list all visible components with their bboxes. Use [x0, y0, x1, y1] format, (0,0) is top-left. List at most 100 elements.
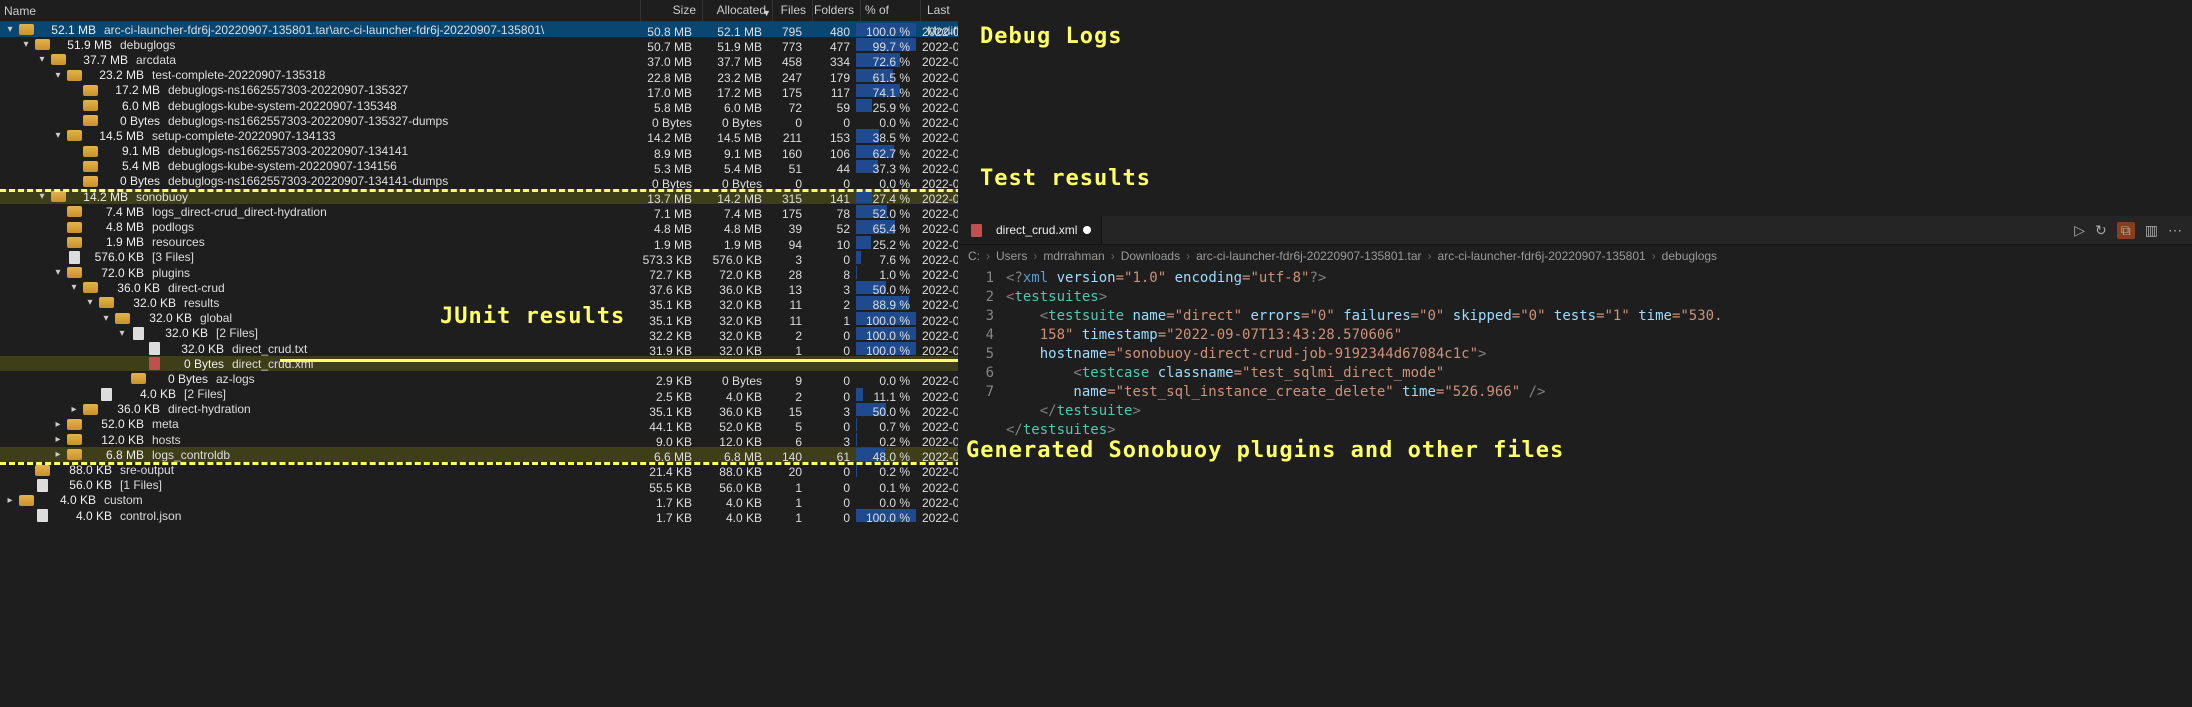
col-allocated[interactable]: Allocated▼: [702, 0, 772, 21]
tree-header[interactable]: Name Size Allocated▼ Files Folders % of …: [0, 0, 958, 22]
expand-icon[interactable]: [20, 479, 32, 491]
cell-size: 1.7 KB: [636, 508, 698, 523]
cell-fold: 141: [808, 189, 856, 204]
more-icon[interactable]: ⋯: [2168, 222, 2182, 239]
tree-row[interactable]: 4.0 KBcontrol.json1.7 KB4.0 KB10100.0 %2…: [0, 508, 958, 523]
cell-percent: 0.1 %: [856, 478, 916, 493]
editor-breadcrumb[interactable]: C:›Users›mdrrahman›Downloads›arc-ci-laun…: [958, 245, 2192, 267]
expand-icon[interactable]: ▾: [68, 282, 80, 294]
cell-fold: 0: [808, 478, 856, 493]
tree-row[interactable]: 0 Bytesdebuglogs-ns1662557303-20220907-1…: [0, 113, 958, 128]
tree-row[interactable]: ▸12.0 KBhosts9.0 KB12.0 KB630.2 %2022-09…: [0, 432, 958, 447]
expand-icon[interactable]: [132, 343, 144, 355]
expand-icon[interactable]: [68, 100, 80, 112]
breadcrumb-segment[interactable]: arc-ci-launcher-fdr6j-20220907-135801: [1438, 249, 1646, 263]
tree-row[interactable]: ▾32.0 KBresults35.1 KB32.0 KB11288.9 %20…: [0, 295, 958, 310]
expand-icon[interactable]: [52, 206, 64, 218]
tree-row[interactable]: 0 Bytesdirect_crud.xml: [0, 356, 958, 371]
expand-icon[interactable]: [132, 358, 144, 370]
expand-icon[interactable]: [52, 221, 64, 233]
expand-icon[interactable]: [68, 84, 80, 96]
history-icon[interactable]: ↻: [2095, 222, 2107, 239]
expand-icon[interactable]: [84, 388, 96, 400]
expand-icon[interactable]: ▸: [68, 403, 80, 415]
tree-row[interactable]: 1.9 MBresources1.9 MB1.9 MB941025.2 %202…: [0, 235, 958, 250]
col-folders[interactable]: Folders: [812, 0, 860, 21]
tree-row[interactable]: ▾32.0 KB[2 Files]32.2 KB32.0 KB20100.0 %…: [0, 326, 958, 341]
tree-row[interactable]: ▸36.0 KBdirect-hydration35.1 KB36.0 KB15…: [0, 402, 958, 417]
cell-size: 72.7 KB: [636, 265, 698, 280]
expand-icon[interactable]: [68, 115, 80, 127]
tree-row[interactable]: ▾36.0 KBdirect-crud37.6 KB36.0 KB13350.0…: [0, 280, 958, 295]
tree-row[interactable]: 4.0 KB[2 Files]2.5 KB4.0 KB2011.1 %2022-…: [0, 387, 958, 402]
tree-row[interactable]: ▾23.2 MBtest-complete-20220907-13531822.…: [0, 68, 958, 83]
cell-files: 9: [768, 371, 808, 386]
tree-row[interactable]: ▾52.1 MBarc-ci-launcher-fdr6j-20220907-1…: [0, 22, 958, 37]
tree-row[interactable]: 32.0 KBdirect_crud.txt31.9 KB32.0 KB1010…: [0, 341, 958, 356]
tree-row[interactable]: 7.4 MBlogs_direct-crud_direct-hydration7…: [0, 204, 958, 219]
tree-row[interactable]: ▾51.9 MBdebuglogs50.7 MB51.9 MB77347799.…: [0, 37, 958, 52]
col-percent[interactable]: % of Parent ...: [860, 0, 920, 21]
expand-icon[interactable]: [68, 160, 80, 172]
breadcrumb-segment[interactable]: mdrrahman: [1043, 249, 1104, 263]
cell-fold: 0: [808, 341, 856, 356]
expand-icon[interactable]: [20, 510, 32, 522]
expand-icon[interactable]: [52, 236, 64, 248]
expand-icon[interactable]: ▸: [52, 449, 64, 461]
col-size[interactable]: Size: [640, 0, 702, 21]
expand-icon[interactable]: [20, 464, 32, 476]
editor-code[interactable]: <?xml version="1.0" encoding="utf-8"?> <…: [1006, 269, 1723, 440]
expand-icon[interactable]: [116, 373, 128, 385]
breadcrumb-segment[interactable]: C:: [968, 249, 980, 263]
expand-icon[interactable]: ▾: [36, 54, 48, 66]
breadcrumb-segment[interactable]: debuglogs: [1662, 249, 1717, 263]
expand-icon[interactable]: ▸: [52, 434, 64, 446]
expand-icon[interactable]: ▸: [52, 418, 64, 430]
tree-row[interactable]: ▸6.8 MBlogs_controldb6.6 MB6.8 MB1406148…: [0, 447, 958, 462]
tree-row[interactable]: 6.0 MBdebuglogs-kube-system-20220907-135…: [0, 98, 958, 113]
expand-icon[interactable]: [52, 251, 64, 263]
expand-icon[interactable]: ▾: [100, 312, 112, 324]
expand-icon[interactable]: [68, 145, 80, 157]
expand-icon[interactable]: ▾: [4, 24, 16, 36]
expand-icon[interactable]: ▾: [84, 297, 96, 309]
sort-desc-icon: ▼: [762, 3, 771, 24]
breadcrumb-segment[interactable]: Downloads: [1121, 249, 1180, 263]
tree-row[interactable]: 5.4 MBdebuglogs-kube-system-20220907-134…: [0, 159, 958, 174]
expand-icon[interactable]: [68, 175, 80, 187]
expand-icon[interactable]: ▸: [4, 494, 16, 506]
expand-icon[interactable]: ▾: [116, 327, 128, 339]
tree-row[interactable]: 56.0 KB[1 Files]55.5 KB56.0 KB100.1 %202…: [0, 478, 958, 493]
tree-row[interactable]: 17.2 MBdebuglogs-ns1662557303-20220907-1…: [0, 83, 958, 98]
col-files[interactable]: Files: [772, 0, 812, 21]
breadcrumb-segment[interactable]: Users: [996, 249, 1027, 263]
split-icon[interactable]: ▥: [2145, 222, 2158, 239]
tree-row[interactable]: ▾72.0 KBplugins72.7 KB72.0 KB2881.0 %202…: [0, 265, 958, 280]
tree-row[interactable]: 4.8 MBpodlogs4.8 MB4.8 MB395265.4 %2022-…: [0, 219, 958, 234]
tree-row[interactable]: ▸52.0 KBmeta44.1 KB52.0 KB500.7 %2022-09…: [0, 417, 958, 432]
tree-row[interactable]: 9.1 MBdebuglogs-ns1662557303-20220907-13…: [0, 144, 958, 159]
col-name[interactable]: Name: [0, 4, 640, 18]
expand-icon[interactable]: ▾: [52, 267, 64, 279]
tree-row[interactable]: ▾14.2 MBsonobuoy13.7 MB14.2 MB31514127.4…: [0, 189, 958, 204]
expand-icon[interactable]: ▾: [52, 130, 64, 142]
editor-tab[interactable]: direct_crud.xml: [958, 216, 1102, 244]
tree-row[interactable]: 88.0 KBsre-output21.4 KB88.0 KB2000.2 %2…: [0, 462, 958, 477]
cell-size: 32.2 KB: [636, 326, 698, 341]
tree-row[interactable]: 576.0 KB[3 Files]573.3 KB576.0 KB307.6 %…: [0, 250, 958, 265]
tree-row[interactable]: ▾14.5 MBsetup-complete-20220907-13413314…: [0, 128, 958, 143]
row-name-label: test-complete-20220907-135318: [152, 68, 325, 82]
cell-files: 247: [768, 68, 808, 83]
compare-icon[interactable]: ⧉: [2117, 222, 2135, 239]
breadcrumb-segment[interactable]: arc-ci-launcher-fdr6j-20220907-135801.ta…: [1196, 249, 1421, 263]
editor-body[interactable]: 1234567 <?xml version="1.0" encoding="ut…: [958, 267, 2192, 440]
expand-icon[interactable]: ▾: [36, 191, 48, 203]
tree-row[interactable]: ▾37.7 MBarcdata37.0 MB37.7 MB45833472.6 …: [0, 52, 958, 67]
tree-row[interactable]: ▸4.0 KBcustom1.7 KB4.0 KB100.0 %2022-09-…: [0, 493, 958, 508]
tree-row[interactable]: ▾32.0 KBglobal35.1 KB32.0 KB111100.0 %20…: [0, 311, 958, 326]
tree-row[interactable]: 0 Bytesdebuglogs-ns1662557303-20220907-1…: [0, 174, 958, 189]
expand-icon[interactable]: ▾: [52, 69, 64, 81]
expand-icon[interactable]: ▾: [20, 39, 32, 51]
tree-row[interactable]: 0 Bytesaz-logs2.9 KB0 Bytes900.0 %2022-0…: [0, 371, 958, 386]
run-icon[interactable]: ▷: [2074, 222, 2085, 239]
